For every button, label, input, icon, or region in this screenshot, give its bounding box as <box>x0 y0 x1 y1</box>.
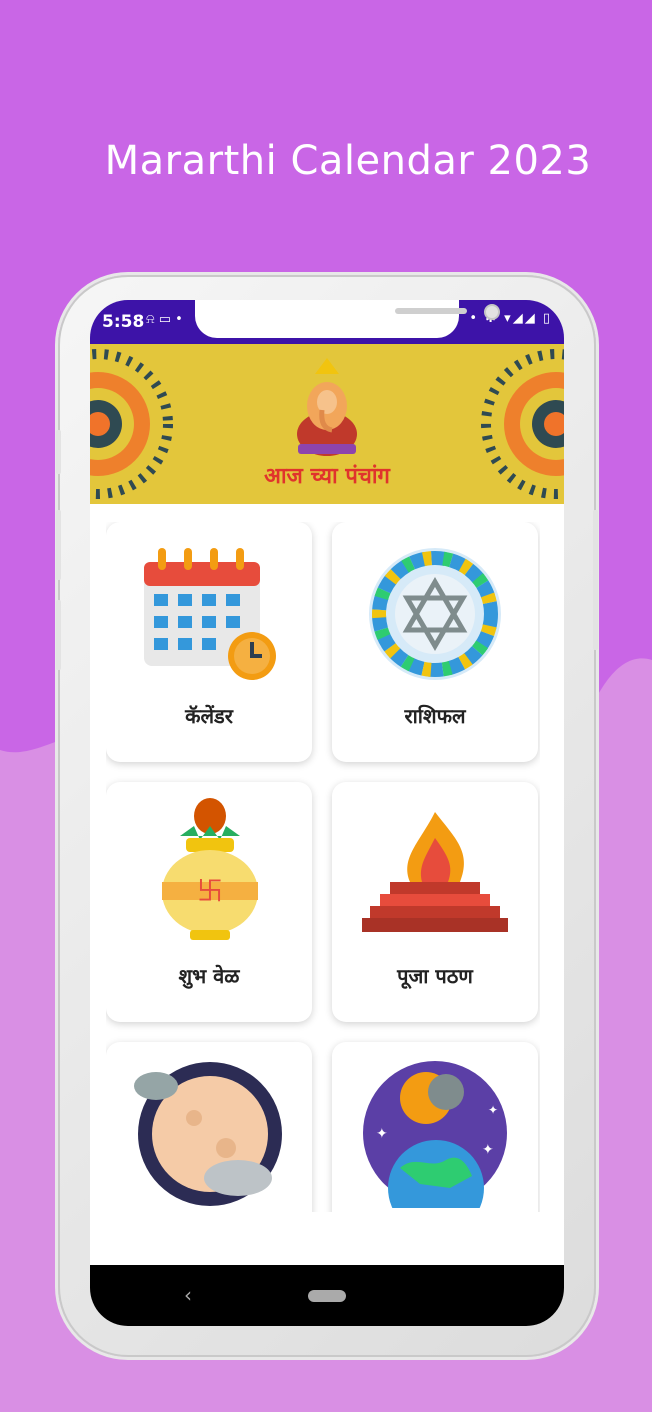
speaker-icon <box>395 308 467 314</box>
svg-text:卐: 卐 <box>197 877 223 907</box>
card-label: शुभ वेळ <box>178 964 240 988</box>
phone-screen: 5:58 ⍾ ▭ • • ✱ ▾◢◢ ▯ आज च्या पंचांग कॅले… <box>90 300 564 1326</box>
havan-fire-icon <box>362 812 508 932</box>
banner-title: आज च्या पंचांग <box>264 464 390 489</box>
phone-side-button <box>56 510 61 580</box>
svg-text:✦: ✦ <box>482 1142 494 1158</box>
card-puja-pathan[interactable]: पूजा पठण <box>332 782 538 1022</box>
phone-side-button <box>56 600 61 670</box>
card-label: पूजा पठण <box>397 964 473 988</box>
card-rashifal[interactable]: राशिफल <box>332 522 538 762</box>
panchang-banner[interactable]: आज च्या पंचांग <box>90 344 564 504</box>
back-button[interactable]: ‹ <box>184 1283 192 1307</box>
android-nav-bar: ‹ <box>90 1265 564 1326</box>
camera-icon <box>484 304 500 320</box>
page-headline: Mararthi Calendar 2023 <box>104 138 592 184</box>
status-time: 5:58 <box>102 312 145 332</box>
system-status-icons: • ✱ ▾◢◢ ▯ <box>469 311 552 326</box>
card-shubh-vel[interactable]: 卐 शुभ वेळ <box>106 782 312 1022</box>
phone-power-button <box>593 510 598 650</box>
moon-clouds-icon <box>134 1062 282 1206</box>
svg-text:✦: ✦ <box>488 1103 498 1117</box>
svg-text:✦: ✦ <box>376 1126 388 1142</box>
card-label: कॅलेंडर <box>185 704 233 728</box>
card-eclipse[interactable]: ✦ ✦ ✦ <box>332 1042 538 1212</box>
zodiac-wheel-icon <box>369 548 501 680</box>
card-calendar[interactable]: कॅलेंडर <box>106 522 312 762</box>
card-label: राशिफल <box>404 704 466 728</box>
card-moon[interactable] <box>106 1042 312 1212</box>
home-button[interactable] <box>308 1290 346 1302</box>
menu-grid: कॅलेंडर राशिफल 卐 शुभ वेळ पूजा पठण ✦ ✦ ✦ <box>106 522 540 1212</box>
kalash-icon: 卐 <box>162 798 258 940</box>
eclipse-earth-icon: ✦ ✦ ✦ <box>363 1061 507 1208</box>
phone-side-button <box>56 430 61 474</box>
camera-notch <box>195 300 500 338</box>
ganesha-icon <box>297 358 357 456</box>
notification-icons: ⍾ ▭ • <box>146 312 183 327</box>
calendar-icon <box>144 548 276 680</box>
